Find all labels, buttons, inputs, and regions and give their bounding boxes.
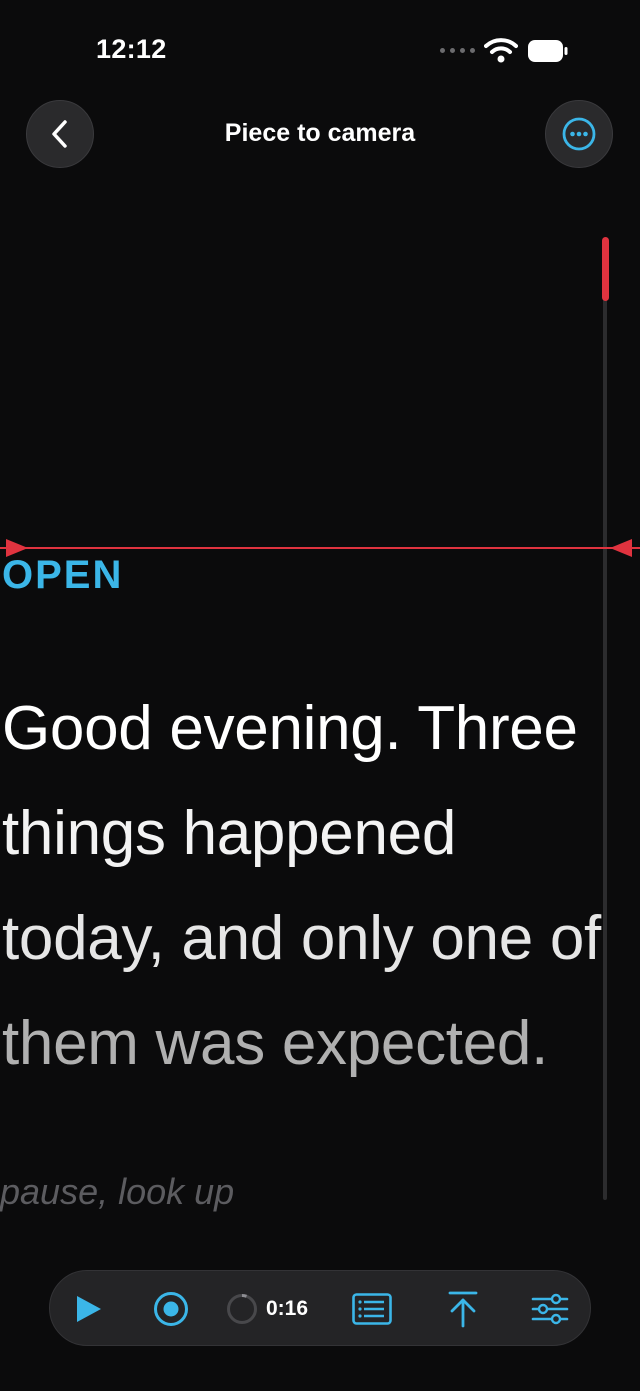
timer[interactable]: 0:16: [226, 1290, 320, 1328]
record-button[interactable]: [151, 1290, 191, 1328]
script-line: today, and only one of: [2, 904, 601, 973]
scroll-thumb[interactable]: [602, 237, 609, 301]
scroll-track[interactable]: [603, 240, 607, 1200]
reading-guide-line: [0, 547, 640, 549]
cellular-signal-icon: [440, 48, 475, 53]
script-line: Good evening. Three: [2, 694, 578, 763]
page-title: Piece to camera: [224, 119, 416, 147]
ellipsis-circle-icon: [562, 117, 596, 151]
battery-icon: [528, 40, 568, 62]
settings-button[interactable]: [530, 1290, 570, 1328]
timer-ring-icon: [227, 1294, 257, 1324]
wifi-icon: [484, 38, 518, 63]
record-icon: [154, 1292, 188, 1326]
playback-toolbar: 0:16: [49, 1270, 591, 1346]
timer-value: 0:16: [266, 1297, 309, 1320]
script-line: them was expected.: [2, 1009, 549, 1078]
script-list-button[interactable]: [352, 1290, 392, 1328]
guide-marker-right-icon: [610, 539, 632, 557]
status-time: 12:12: [96, 34, 167, 64]
play-button[interactable]: [68, 1290, 108, 1328]
sliders-icon: [531, 1293, 569, 1325]
list-icon: [352, 1293, 392, 1325]
more-options-button[interactable]: [545, 100, 613, 168]
stage-cue: pause, look up: [0, 1171, 235, 1212]
play-icon: [77, 1296, 101, 1322]
script-line: things happened: [2, 799, 457, 868]
jump-to-top-button[interactable]: [443, 1290, 483, 1328]
section-label: OPEN: [2, 553, 124, 597]
arrow-to-top-icon: [448, 1291, 478, 1328]
